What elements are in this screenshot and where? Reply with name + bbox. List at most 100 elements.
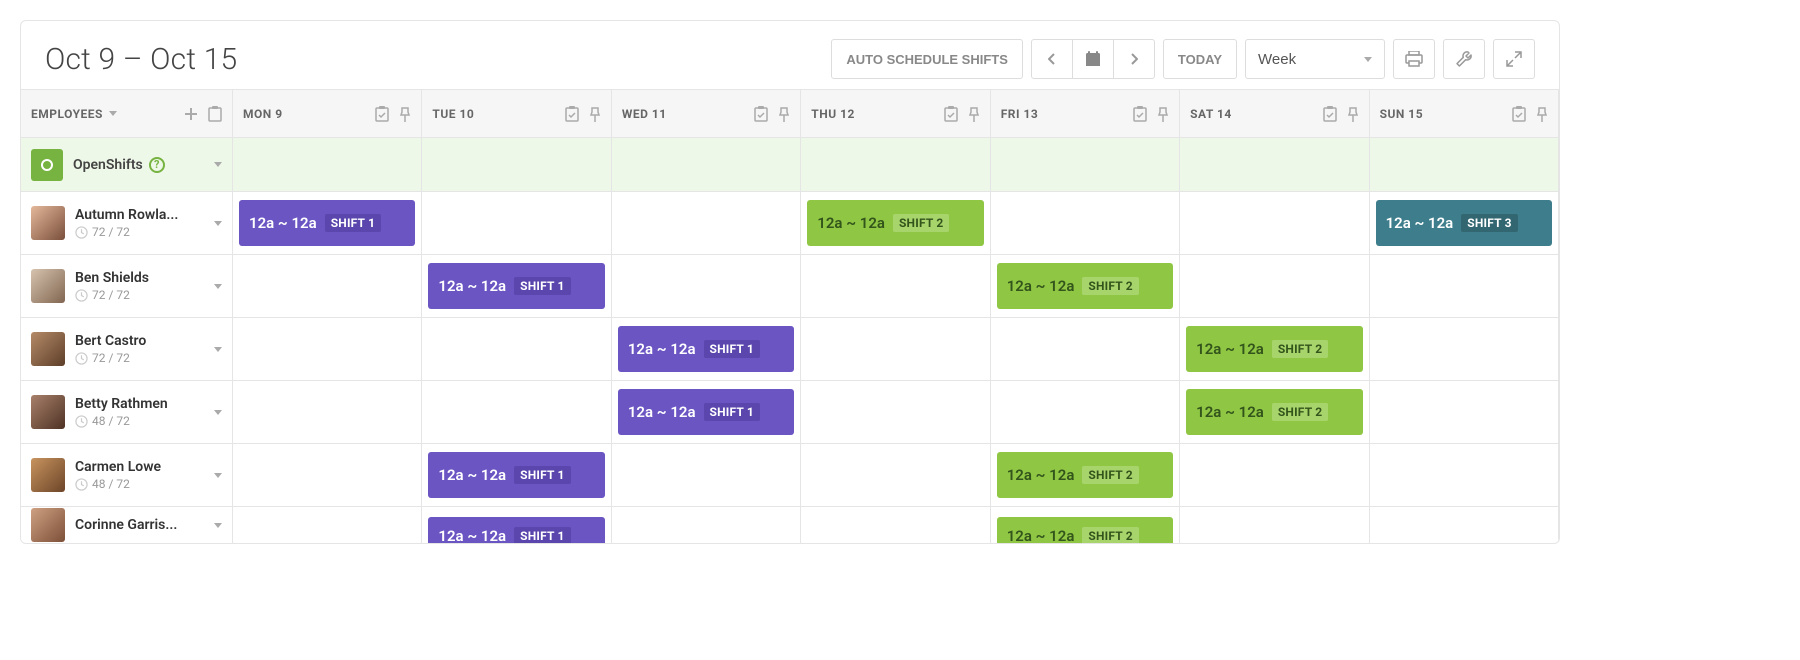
day-header-mon[interactable]: MON 9	[233, 90, 422, 138]
auto-schedule-button[interactable]: AUTO SCHEDULE SHIFTS	[831, 39, 1023, 79]
employee-row-header[interactable]: Corinne Garris...	[21, 507, 233, 543]
day-header-fri[interactable]: FRI 13	[991, 90, 1180, 138]
employee-row-header[interactable]: Carmen Lowe48 / 72	[21, 444, 233, 507]
day-header-wed[interactable]: WED 11	[612, 90, 801, 138]
today-button[interactable]: TODAY	[1163, 39, 1237, 79]
schedule-cell[interactable]: 12a ~ 12aSHIFT 1	[612, 381, 801, 444]
schedule-cell[interactable]	[801, 255, 990, 318]
schedule-cell[interactable]	[233, 444, 422, 507]
pin-icon[interactable]	[1157, 106, 1169, 122]
help-icon[interactable]: ?	[149, 157, 165, 173]
checklist-icon[interactable]	[944, 106, 958, 122]
schedule-cell[interactable]: 12a ~ 12aSHIFT 1	[422, 507, 611, 543]
pin-icon[interactable]	[1536, 106, 1548, 122]
chevron-down-icon[interactable]	[214, 221, 222, 226]
next-button[interactable]	[1113, 39, 1155, 79]
schedule-cell[interactable]	[233, 255, 422, 318]
employee-row-header[interactable]: Bert Castro72 / 72	[21, 318, 233, 381]
checklist-icon[interactable]	[1512, 106, 1526, 122]
chevron-down-icon[interactable]	[214, 410, 222, 415]
schedule-cell[interactable]: 12a ~ 12aSHIFT 1	[612, 318, 801, 381]
view-select[interactable]: Week	[1245, 39, 1385, 79]
schedule-cell[interactable]	[801, 507, 990, 543]
open-shifts-row-header[interactable]: OpenShifts ?	[21, 138, 233, 192]
open-shifts-cell[interactable]	[1370, 138, 1559, 192]
schedule-cell[interactable]	[612, 507, 801, 543]
day-header-tue[interactable]: TUE 10	[422, 90, 611, 138]
checklist-icon[interactable]	[375, 106, 389, 122]
chevron-down-icon[interactable]	[214, 347, 222, 352]
shift-block[interactable]: 12a ~ 12aSHIFT 1	[618, 326, 794, 372]
plus-icon[interactable]	[184, 107, 198, 121]
employee-row-header[interactable]: Betty Rathmen48 / 72	[21, 381, 233, 444]
schedule-cell[interactable]: 12a ~ 12aSHIFT 2	[991, 507, 1180, 543]
pin-icon[interactable]	[399, 106, 411, 122]
open-shifts-cell[interactable]	[612, 138, 801, 192]
shift-block[interactable]: 12a ~ 12aSHIFT 1	[618, 389, 794, 435]
schedule-cell[interactable]: 12a ~ 12aSHIFT 1	[422, 255, 611, 318]
schedule-cell[interactable]: 12a ~ 12aSHIFT 3	[1370, 192, 1559, 255]
schedule-cell[interactable]	[422, 192, 611, 255]
schedule-cell[interactable]: 12a ~ 12aSHIFT 1	[422, 444, 611, 507]
schedule-cell[interactable]	[801, 318, 990, 381]
chevron-down-icon[interactable]	[214, 473, 222, 478]
schedule-cell[interactable]	[991, 318, 1180, 381]
schedule-cell[interactable]: 12a ~ 12aSHIFT 2	[991, 255, 1180, 318]
print-button[interactable]	[1393, 39, 1435, 79]
shift-block[interactable]: 12a ~ 12aSHIFT 1	[428, 452, 604, 498]
schedule-cell[interactable]	[1370, 255, 1559, 318]
schedule-cell[interactable]	[1370, 381, 1559, 444]
shift-block[interactable]: 12a ~ 12aSHIFT 2	[1186, 389, 1362, 435]
checklist-icon[interactable]	[1323, 106, 1337, 122]
day-header-sat[interactable]: SAT 14	[1180, 90, 1369, 138]
schedule-cell[interactable]	[801, 381, 990, 444]
schedule-cell[interactable]: 12a ~ 12aSHIFT 2	[1180, 381, 1369, 444]
schedule-cell[interactable]	[612, 192, 801, 255]
schedule-cell[interactable]	[1370, 318, 1559, 381]
pin-icon[interactable]	[968, 106, 980, 122]
schedule-cell[interactable]	[991, 381, 1180, 444]
employee-row-header[interactable]: Autumn Rowla...72 / 72	[21, 192, 233, 255]
schedule-cell[interactable]	[1180, 255, 1369, 318]
pin-icon[interactable]	[1347, 106, 1359, 122]
schedule-cell[interactable]: 12a ~ 12aSHIFT 1	[233, 192, 422, 255]
calendar-button[interactable]	[1072, 39, 1114, 79]
employee-row-header[interactable]: Ben Shields72 / 72	[21, 255, 233, 318]
schedule-cell[interactable]	[612, 255, 801, 318]
schedule-cell[interactable]	[233, 507, 422, 543]
schedule-cell[interactable]: 12a ~ 12aSHIFT 2	[801, 192, 990, 255]
pin-icon[interactable]	[778, 106, 790, 122]
checklist-icon[interactable]	[754, 106, 768, 122]
shift-block[interactable]: 12a ~ 12aSHIFT 2	[1186, 326, 1362, 372]
checklist-icon[interactable]	[565, 106, 579, 122]
shift-block[interactable]: 12a ~ 12aSHIFT 2	[997, 452, 1173, 498]
schedule-cell[interactable]: 12a ~ 12aSHIFT 2	[1180, 318, 1369, 381]
schedule-cell[interactable]	[1370, 507, 1559, 543]
schedule-cell[interactable]	[801, 444, 990, 507]
chevron-down-icon[interactable]	[214, 284, 222, 289]
chevron-down-icon[interactable]	[214, 162, 222, 167]
schedule-cell[interactable]	[422, 318, 611, 381]
day-header-thu[interactable]: THU 12	[801, 90, 990, 138]
open-shifts-cell[interactable]	[1180, 138, 1369, 192]
day-header-sun[interactable]: SUN 15	[1370, 90, 1559, 138]
schedule-cell[interactable]	[1180, 192, 1369, 255]
clipboard-icon[interactable]	[208, 106, 222, 122]
shift-block[interactable]: 12a ~ 12aSHIFT 2	[807, 200, 983, 246]
open-shifts-cell[interactable]	[991, 138, 1180, 192]
tools-button[interactable]	[1443, 39, 1485, 79]
shift-block[interactable]: 12a ~ 12aSHIFT 1	[428, 263, 604, 309]
schedule-cell[interactable]	[991, 192, 1180, 255]
schedule-cell[interactable]	[612, 444, 801, 507]
prev-button[interactable]	[1031, 39, 1073, 79]
schedule-cell[interactable]	[1180, 444, 1369, 507]
schedule-cell[interactable]: 12a ~ 12aSHIFT 2	[991, 444, 1180, 507]
shift-block[interactable]: 12a ~ 12aSHIFT 2	[997, 263, 1173, 309]
schedule-cell[interactable]	[422, 381, 611, 444]
shift-block[interactable]: 12a ~ 12aSHIFT 2	[997, 517, 1173, 543]
schedule-cell[interactable]	[1370, 444, 1559, 507]
open-shifts-cell[interactable]	[801, 138, 990, 192]
shift-block[interactable]: 12a ~ 12aSHIFT 3	[1376, 200, 1552, 246]
open-shifts-cell[interactable]	[233, 138, 422, 192]
pin-icon[interactable]	[589, 106, 601, 122]
